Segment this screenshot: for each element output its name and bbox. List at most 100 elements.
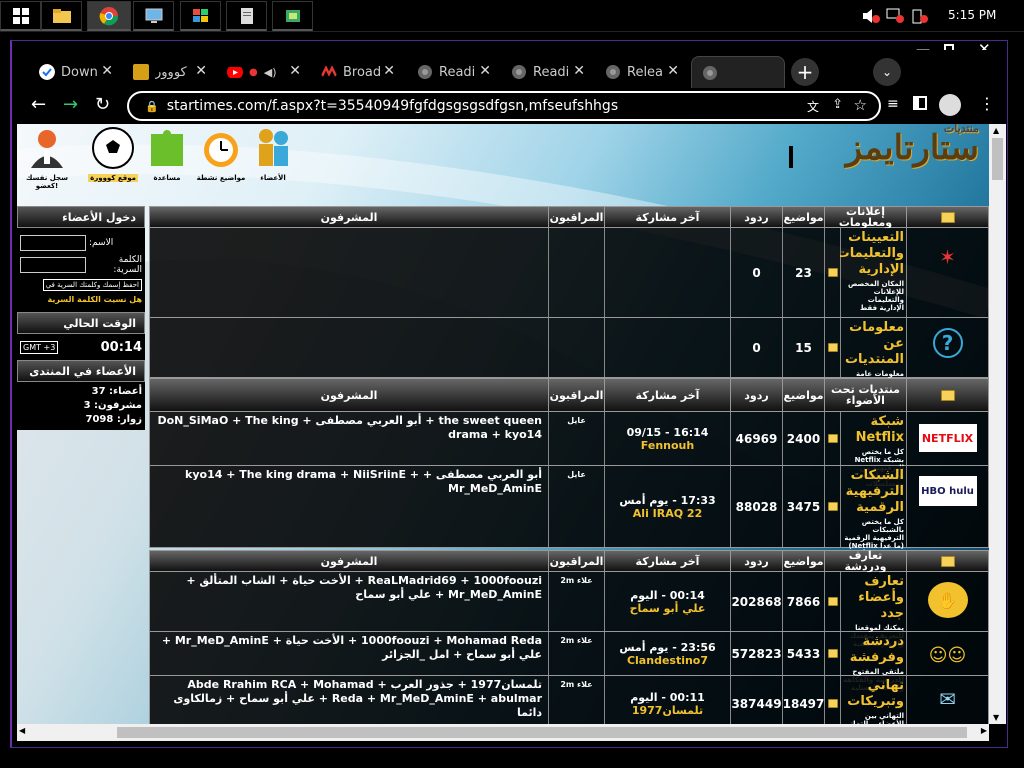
tab-2[interactable]: ● ◀) ✕ (217, 56, 309, 88)
share-icon[interactable]: ⇪ (832, 97, 843, 112)
managers-list[interactable]: ReaLMadrid69 + 1000foouzi + الأخت حياة +… (150, 572, 548, 631)
vertical-scrollbar[interactable]: ▲ ▼ (989, 124, 1006, 724)
tab-close-icon[interactable]: ✕ (383, 63, 395, 79)
last-post-user[interactable]: Ali IRAQ 22 (633, 507, 702, 520)
password-input[interactable] (20, 257, 86, 273)
taskbar-file-explorer[interactable] (41, 1, 82, 31)
tab-0[interactable]: Down ✕ (29, 56, 121, 88)
tab-close-icon[interactable]: ✕ (101, 63, 113, 79)
top-active-topics-link[interactable]: مواضيع نشطة (191, 126, 251, 182)
new-tab-button[interactable]: + (791, 58, 819, 86)
tab-3[interactable]: Broad ✕ (311, 56, 403, 88)
members-count-row: أعضاء: 37 (20, 385, 142, 399)
profile-icon[interactable] (939, 94, 961, 116)
taskbar-app-document[interactable] (226, 1, 267, 31)
taskbar-app-monitor[interactable] (133, 1, 174, 31)
top-members-link[interactable]: الأعضاء (243, 126, 303, 182)
tab-4[interactable]: Readi ✕ (407, 56, 499, 88)
tab-search-button[interactable]: ⌄ (873, 58, 901, 86)
scroll-left-icon[interactable]: ◀ (19, 726, 25, 735)
battery-icon[interactable] (910, 8, 928, 24)
register-label: سجل نفسك كعضو! (26, 174, 68, 190)
managers-list[interactable]: أبو العربي مصطفى + kyo14 + The king dram… (150, 466, 548, 547)
last-post-user[interactable]: Clandestino7 (627, 654, 708, 667)
volume-muted-icon[interactable] (862, 8, 880, 24)
scroll-thumb[interactable] (992, 138, 1003, 180)
top-koora-link[interactable]: موقع كووورة (83, 126, 143, 182)
top-register-link[interactable]: سجل نفسك كعضو! (17, 126, 77, 190)
topics-count: 5433 (782, 632, 824, 675)
scroll-up-icon[interactable]: ▲ (993, 126, 999, 135)
tab-close-icon[interactable]: ✕ (289, 63, 301, 79)
media-control-icon[interactable]: ≡ (887, 96, 899, 112)
section-title[interactable]: منتديات تحت الأضواء (824, 379, 906, 411)
moderator-link[interactable]: عايل (548, 466, 604, 547)
taskbar-app-windows[interactable] (180, 1, 221, 31)
forum-status-icon (824, 632, 840, 675)
reload-icon[interactable]: ↻ (95, 94, 110, 115)
last-post: 23:56 - يوم أمس Clandestino7 (604, 632, 730, 675)
side-panel-icon[interactable] (913, 96, 927, 110)
section-title[interactable]: إعلانات ومعلومات (824, 206, 906, 228)
time-value: 00:14 (100, 339, 142, 355)
tab-title: Readi (533, 64, 570, 80)
tab-7-active[interactable] (691, 56, 785, 88)
forum-link[interactable]: تعارف وأعضاء جدد (843, 574, 904, 622)
forum-link[interactable]: الشبكات الترفيهية الرقمية (843, 468, 904, 516)
back-icon[interactable]: ← (31, 94, 46, 115)
taskbar-app-utility[interactable] (272, 1, 313, 31)
moderator-link[interactable]: علاء 2m (548, 676, 604, 724)
alarm-clock-icon (204, 133, 238, 167)
top-help-link[interactable]: مساعدة (137, 126, 197, 182)
col-moderators: المراقبون (548, 207, 604, 227)
menu-dots-icon[interactable]: ⋮ (979, 94, 995, 113)
forward-icon[interactable]: → (63, 94, 78, 115)
tab-close-icon[interactable]: ✕ (573, 63, 585, 79)
managers-list[interactable]: 1000foouzi + Mohamad Reda + الأخت حياة +… (150, 632, 548, 675)
forgot-password-link[interactable]: هل نسيت الكلمة السرية (20, 295, 142, 304)
section-title[interactable]: تعارف ودردشة (824, 550, 906, 572)
managers-list[interactable]: تلمسان1977 + جذور العرب + Abde Rrahim RC… (150, 676, 548, 724)
tab-close-icon[interactable]: ✕ (479, 63, 491, 79)
scroll-right-icon[interactable]: ▶ (981, 726, 987, 735)
bookmark-star-icon[interactable]: ☆ (854, 96, 867, 114)
question-icon: ? (932, 328, 963, 358)
moderator-link[interactable]: علاء 2m (548, 572, 604, 631)
last-post: 09/15 - 16:14 Fennouh (604, 412, 730, 465)
last-post-user[interactable]: علي أبو سماح (630, 602, 706, 615)
forum-icon-cell: ☺☺ (906, 632, 988, 675)
network-icon[interactable] (886, 8, 904, 24)
tab-close-icon[interactable]: ✕ (667, 63, 679, 79)
site-logo[interactable]: منتديات ستارتايمز (846, 124, 979, 168)
forum-link[interactable]: دردشة وفرفشة (843, 634, 904, 666)
visitors-count: 7098 (85, 414, 114, 425)
moderator-link[interactable]: علاء 2m (548, 632, 604, 675)
start-button[interactable] (0, 1, 41, 31)
address-bar[interactable]: 🔒 startimes.com/f.aspx?t=35540949fgfdgsg… (127, 91, 881, 121)
horizontal-scrollbar[interactable]: ◀ ▶ (17, 724, 989, 741)
forum-link[interactable]: معلومات عن المنتديات (843, 320, 904, 368)
last-post-user[interactable]: Fennouh (641, 439, 694, 452)
forum-link[interactable]: تهاني وتبريكات (843, 678, 904, 710)
forum-link[interactable]: التعيينات والتعليمات الإدارية (837, 230, 904, 278)
translate-icon[interactable]: 文 (807, 98, 819, 115)
forum-link[interactable]: شبكة Netflix (843, 414, 904, 446)
audio-icon[interactable]: ◀) (264, 66, 277, 79)
gmt-select[interactable]: GMT +3 (20, 340, 59, 354)
scroll-down-icon[interactable]: ▼ (993, 713, 999, 722)
visitors-count-row: زوار: 7098 (20, 413, 142, 427)
taskbar-clock[interactable]: 5:15 PM (948, 8, 996, 22)
tab-strip: Down ✕ كووور ✕ ● ◀) ✕ Broad ✕ Readi ✕ Re… (17, 50, 1007, 88)
taskbar-chrome[interactable] (87, 1, 131, 31)
tab-6[interactable]: Relea ✕ (595, 56, 687, 88)
username-input[interactable] (20, 235, 86, 251)
tab-close-icon[interactable]: ✕ (195, 63, 207, 79)
url-text[interactable]: startimes.com/f.aspx?t=35540949fgfdgsgsg… (167, 98, 618, 114)
last-post-user[interactable]: تلمسان1977 (632, 704, 703, 717)
managers-list[interactable]: the sweet queen + أبو العربي مصطفى + DoN… (150, 412, 548, 465)
tab-1[interactable]: كووور ✕ (123, 56, 215, 88)
remember-checkbox[interactable]: احفظ إسمك وكلمتك السرية في (42, 279, 142, 291)
hscroll-thumb[interactable] (117, 727, 967, 738)
moderator-link[interactable]: عايل (548, 412, 604, 465)
tab-5[interactable]: Readi ✕ (501, 56, 593, 88)
